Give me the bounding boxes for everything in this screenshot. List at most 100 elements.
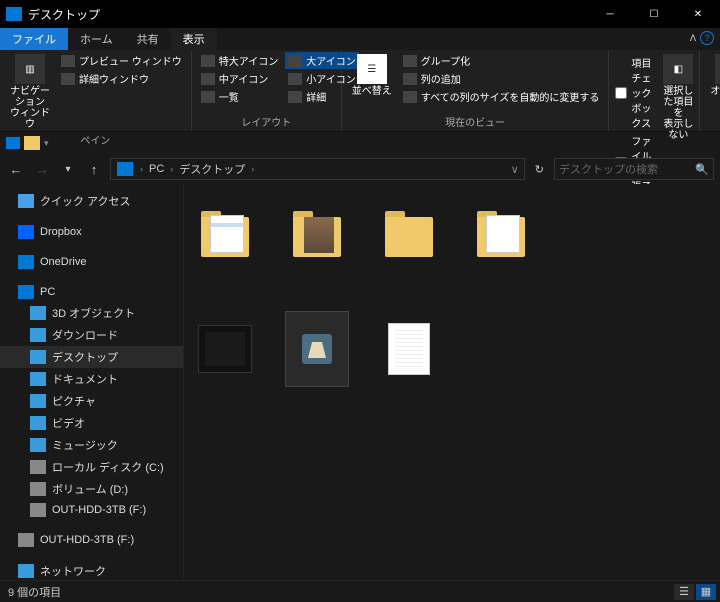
sidebar-documents[interactable]: ドキュメント <box>0 368 183 390</box>
icon-s <box>288 73 302 85</box>
collapse-ribbon-icon[interactable]: ᐱ <box>690 33 696 44</box>
details-pane-icon <box>61 73 75 85</box>
qat-folder-icon[interactable] <box>24 136 40 150</box>
breadcrumb[interactable]: › PC › デスクトップ › ∨ <box>110 158 525 180</box>
search-input[interactable]: デスクトップの検索 🔍 <box>554 158 714 180</box>
folder-item-4[interactable] <box>470 198 532 272</box>
sidebar-disk-d[interactable]: ボリューム (D:) <box>0 478 183 500</box>
group-by-button[interactable]: グループ化 <box>400 52 603 69</box>
minimize-button[interactable]: ─ <box>588 0 632 28</box>
breadcrumb-dropdown-icon[interactable]: ∨ <box>508 163 522 176</box>
icons-view-button[interactable]: ▦ <box>696 584 716 600</box>
icon-m <box>201 73 215 85</box>
layout-xl[interactable]: 特大アイコン <box>198 52 282 69</box>
icon-l <box>288 55 302 67</box>
options-icon: ☑ <box>715 54 720 84</box>
sidebar-3d-objects[interactable]: 3D オブジェクト <box>0 302 183 324</box>
ribbon: ▥ ナビゲーション ウィンドウ プレビュー ウィンドウ 詳細ウィンドウ ペイン … <box>0 50 720 132</box>
icon-list <box>201 91 215 103</box>
sort-icon: ☰ <box>357 54 387 84</box>
tab-home[interactable]: ホーム <box>68 28 125 50</box>
layout-list[interactable]: 一覧 <box>198 88 282 105</box>
disk-icon <box>18 533 34 547</box>
window-title: デスクトップ <box>28 6 588 23</box>
breadcrumb-desktop[interactable]: デスクトップ <box>176 161 248 177</box>
videos-icon <box>30 416 46 430</box>
cube-icon <box>30 306 46 320</box>
close-button[interactable]: ✕ <box>676 0 720 28</box>
refresh-button[interactable]: ↻ <box>531 163 548 176</box>
add-column-button[interactable]: 列の追加 <box>400 70 603 87</box>
sidebar-downloads[interactable]: ダウンロード <box>0 324 183 346</box>
status-text: 9 個の項目 <box>8 584 61 600</box>
hide-selected-icon: ◧ <box>663 54 693 84</box>
pc-icon <box>18 285 34 299</box>
up-button[interactable]: ↑ <box>84 162 104 177</box>
nav-pane-icon: ▥ <box>15 54 45 84</box>
preview-pane-button[interactable]: プレビュー ウィンドウ <box>58 52 185 69</box>
sidebar-pictures[interactable]: ピクチャ <box>0 390 183 412</box>
layout-group-label: レイアウト <box>198 112 335 131</box>
sort-button[interactable]: ☰ 並べ替え <box>348 52 396 97</box>
explorer-icon <box>6 137 20 149</box>
preview-pane-icon <box>61 55 75 67</box>
details-view-button[interactable]: ☰ <box>674 584 694 600</box>
sidebar-onedrive[interactable]: OneDrive <box>0 252 183 272</box>
music-icon <box>30 438 46 452</box>
pictures-icon <box>30 394 46 408</box>
sidebar-ext-drive[interactable]: OUT-HDD-3TB (F:) <box>0 530 183 550</box>
sidebar-disk-c[interactable]: ローカル ディスク (C:) <box>0 456 183 478</box>
window-icon <box>6 7 22 21</box>
folder-item-2[interactable] <box>286 198 348 272</box>
dropbox-icon <box>18 225 34 239</box>
sidebar-desktop[interactable]: デスクトップ <box>0 346 183 368</box>
help-icon[interactable]: ? <box>700 31 714 45</box>
options-button[interactable]: ☑ オプション <box>706 52 720 108</box>
current-view-label: 現在のビュー <box>348 112 603 131</box>
hide-selected-button[interactable]: ◧ 選択した項目を 表示しない <box>663 52 693 141</box>
sidebar-disk-f[interactable]: OUT-HDD-3TB (F:) <box>0 500 183 520</box>
star-icon <box>18 194 34 208</box>
sidebar-music[interactable]: ミュージック <box>0 434 183 456</box>
sidebar-videos[interactable]: ビデオ <box>0 412 183 434</box>
tab-file[interactable]: ファイル <box>0 28 68 50</box>
network-icon <box>18 564 34 578</box>
autosize-button[interactable]: すべての列のサイズを自動的に変更する <box>400 88 603 105</box>
details-pane-button[interactable]: 詳細ウィンドウ <box>58 70 185 87</box>
layout-m[interactable]: 中アイコン <box>198 70 282 87</box>
recycle-bin-icon <box>297 327 337 371</box>
group-icon <box>403 55 417 67</box>
onedrive-icon <box>18 255 34 269</box>
maximize-button[interactable]: ☐ <box>632 0 676 28</box>
folder-item-1[interactable] <box>194 198 256 272</box>
sidebar-pc[interactable]: PC <box>0 282 183 302</box>
icon-xl <box>201 55 215 67</box>
icon-details <box>288 91 302 103</box>
tab-share[interactable]: 共有 <box>125 28 171 50</box>
pc-icon <box>117 162 133 176</box>
text-file-item[interactable] <box>378 312 440 386</box>
item-checkboxes-toggle[interactable]: 項目チェック ボックス <box>615 54 659 131</box>
sidebar-dropbox[interactable]: Dropbox <box>0 222 183 242</box>
recent-locations-button[interactable]: ▾ <box>58 164 78 175</box>
forward-button[interactable]: → <box>32 162 52 177</box>
desktop-icon <box>30 350 46 364</box>
sidebar-quick-access[interactable]: クイック アクセス <box>0 190 183 212</box>
sidebar: クイック アクセス Dropbox OneDrive PC 3D オブジェクト … <box>0 184 184 598</box>
recycle-bin-item[interactable] <box>286 312 348 386</box>
disk-icon <box>30 460 46 474</box>
document-icon <box>30 372 46 386</box>
back-button[interactable]: ← <box>6 162 26 177</box>
download-icon <box>30 328 46 342</box>
qat-dropdown-icon[interactable]: ▾ <box>44 138 49 149</box>
nav-pane-button[interactable]: ▥ ナビゲーション ウィンドウ <box>6 52 54 130</box>
addcol-icon <box>403 73 417 85</box>
folder-item-3[interactable] <box>378 198 440 272</box>
content-area[interactable] <box>184 184 720 598</box>
sidebar-network[interactable]: ネットワーク <box>0 560 183 582</box>
search-icon: 🔍 <box>695 163 709 176</box>
tab-view[interactable]: 表示 <box>171 28 217 50</box>
autosize-icon <box>403 91 417 103</box>
pc-shortcut-item[interactable] <box>194 312 256 386</box>
breadcrumb-pc[interactable]: PC <box>146 163 167 175</box>
